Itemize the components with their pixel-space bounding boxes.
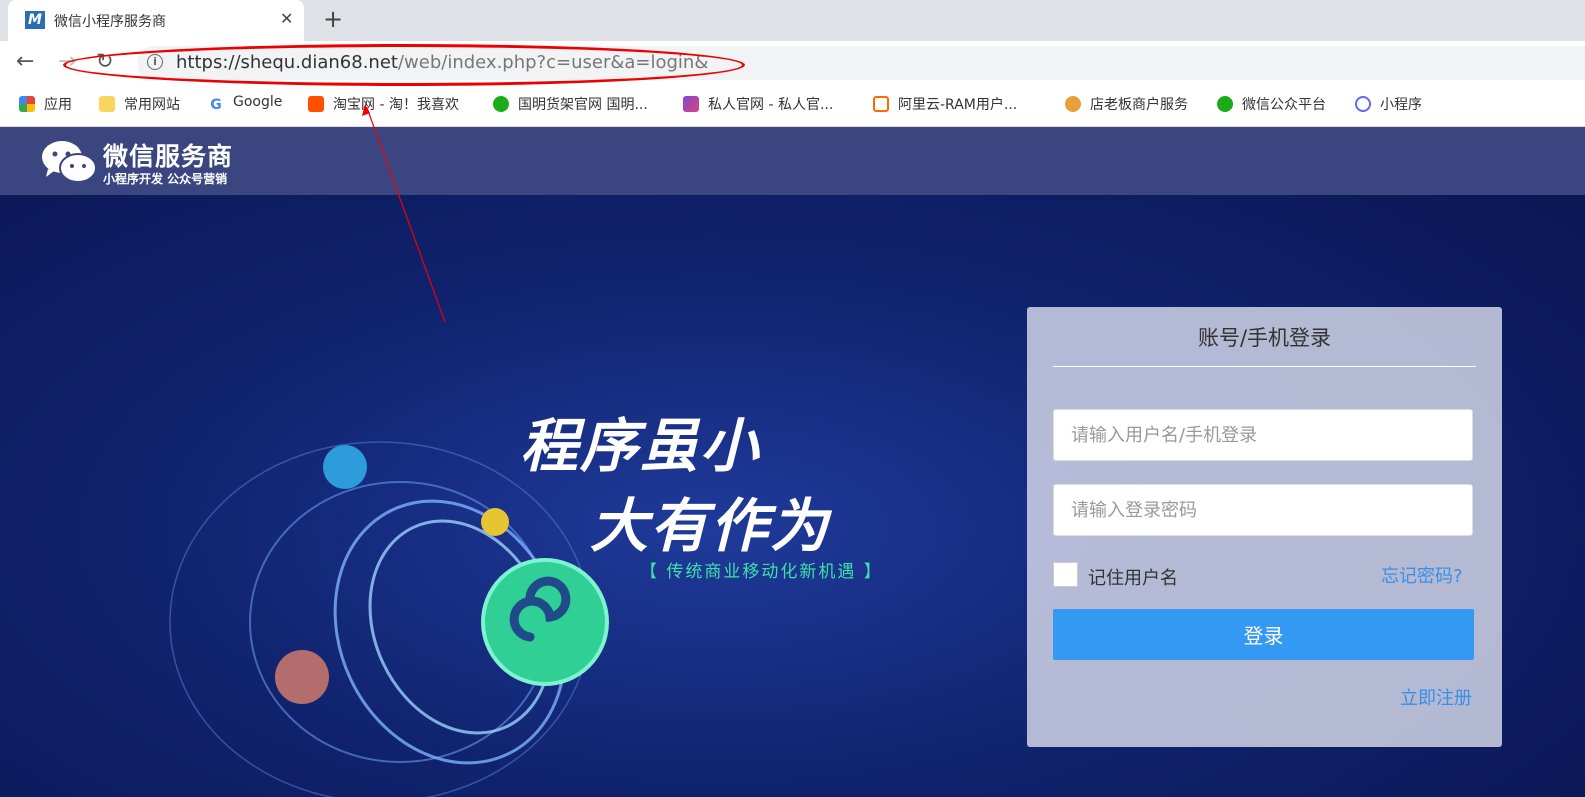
login-panel: 账号/手机登录 记住用户名 忘记密码? 登录 立即注册 bbox=[1027, 307, 1502, 747]
bookmark-guoming[interactable]: 国明货架官网 国明... bbox=[493, 94, 648, 114]
bookmark-miniprogram[interactable]: 小程序 bbox=[1355, 94, 1422, 114]
back-icon[interactable]: ← bbox=[16, 49, 34, 74]
bookmark-apps[interactable]: 应用 bbox=[19, 94, 72, 114]
logo-subtitle: 小程序开发 公众号营销 bbox=[103, 172, 228, 186]
username-input[interactable] bbox=[1053, 409, 1473, 461]
private-site-icon bbox=[683, 96, 699, 112]
bookmark-taobao[interactable]: 淘宝网 - 淘！我喜欢 bbox=[308, 94, 459, 114]
address-bar[interactable]: i https://shequ.dian68.net/web/index.php… bbox=[137, 46, 1585, 80]
guoming-icon bbox=[493, 96, 509, 112]
password-input[interactable] bbox=[1053, 484, 1473, 536]
miniprogram-icon bbox=[1355, 96, 1371, 112]
bookmark-private[interactable]: 私人官网 - 私人官... bbox=[683, 94, 833, 114]
google-icon: G bbox=[210, 97, 222, 113]
bookmark-folder[interactable]: 常用网站 bbox=[99, 94, 180, 114]
forgot-password-link[interactable]: 忘记密码? bbox=[1381, 562, 1463, 588]
bookmark-google[interactable]: G Google bbox=[208, 94, 282, 113]
tab-strip: M 微信小程序服务商 ✕ + bbox=[0, 0, 1585, 41]
logo-title: 微信服务商 bbox=[103, 142, 234, 171]
browser-tab[interactable]: M 微信小程序服务商 ✕ bbox=[8, 0, 304, 41]
forward-icon[interactable]: → bbox=[58, 49, 76, 74]
login-title: 账号/手机登录 bbox=[1197, 326, 1332, 350]
bookmark-aliyun[interactable]: 阿里云-RAM用户... bbox=[873, 94, 1017, 114]
url-text[interactable]: https://shequ.dian68.net/web/index.php?c… bbox=[176, 52, 708, 73]
bookmark-wechat[interactable]: 微信公众平台 bbox=[1217, 94, 1326, 114]
shop-owner-icon bbox=[1065, 96, 1081, 112]
site-favicon-icon: M bbox=[25, 11, 45, 29]
reload-icon[interactable]: ↻ bbox=[96, 49, 114, 73]
hero-slogan-line1: 程序虽小 bbox=[520, 412, 761, 480]
bookmark-shop[interactable]: 店老板商户服务 bbox=[1065, 94, 1188, 114]
new-tab-icon[interactable]: + bbox=[323, 5, 343, 33]
bookmarks-bar: 应用 常用网站 G Google 淘宝网 - 淘！我喜欢 国明货架官网 国明...… bbox=[0, 84, 1585, 127]
apps-grid-icon bbox=[19, 96, 35, 112]
divider bbox=[1053, 366, 1476, 367]
close-tab-icon[interactable]: ✕ bbox=[280, 9, 293, 28]
browser-toolbar: ← → ↻ i https://shequ.dian68.net/web/ind… bbox=[0, 41, 1585, 84]
tab-title: 微信小程序服务商 bbox=[54, 14, 166, 30]
hero-tagline: 【 传统商业移动化新机遇 】 bbox=[640, 562, 883, 582]
remember-checkbox[interactable] bbox=[1053, 562, 1078, 587]
wechat-icon bbox=[1217, 96, 1233, 112]
login-button[interactable]: 登录 bbox=[1053, 609, 1474, 660]
site-header: 微信服务商 小程序开发 公众号营销 bbox=[0, 127, 1585, 195]
url-path: /web/index.php?c=user&a=login& bbox=[397, 52, 709, 73]
site-info-icon[interactable]: i bbox=[147, 54, 163, 70]
wechat-logo-icon bbox=[42, 141, 97, 183]
url-host: https://shequ.dian68.net bbox=[176, 52, 398, 73]
register-link[interactable]: 立即注册 bbox=[1400, 684, 1472, 710]
remember-label: 记住用户名 bbox=[1088, 568, 1178, 589]
hero-slogan-line2: 大有作为 bbox=[590, 492, 831, 560]
folder-icon bbox=[99, 96, 115, 112]
aliyun-icon bbox=[873, 96, 889, 112]
taobao-icon bbox=[308, 96, 324, 112]
login-page: 微信服务商 小程序开发 公众号营销 程序虽小 大有作为 【 传统商业移动化新机遇… bbox=[0, 127, 1585, 797]
